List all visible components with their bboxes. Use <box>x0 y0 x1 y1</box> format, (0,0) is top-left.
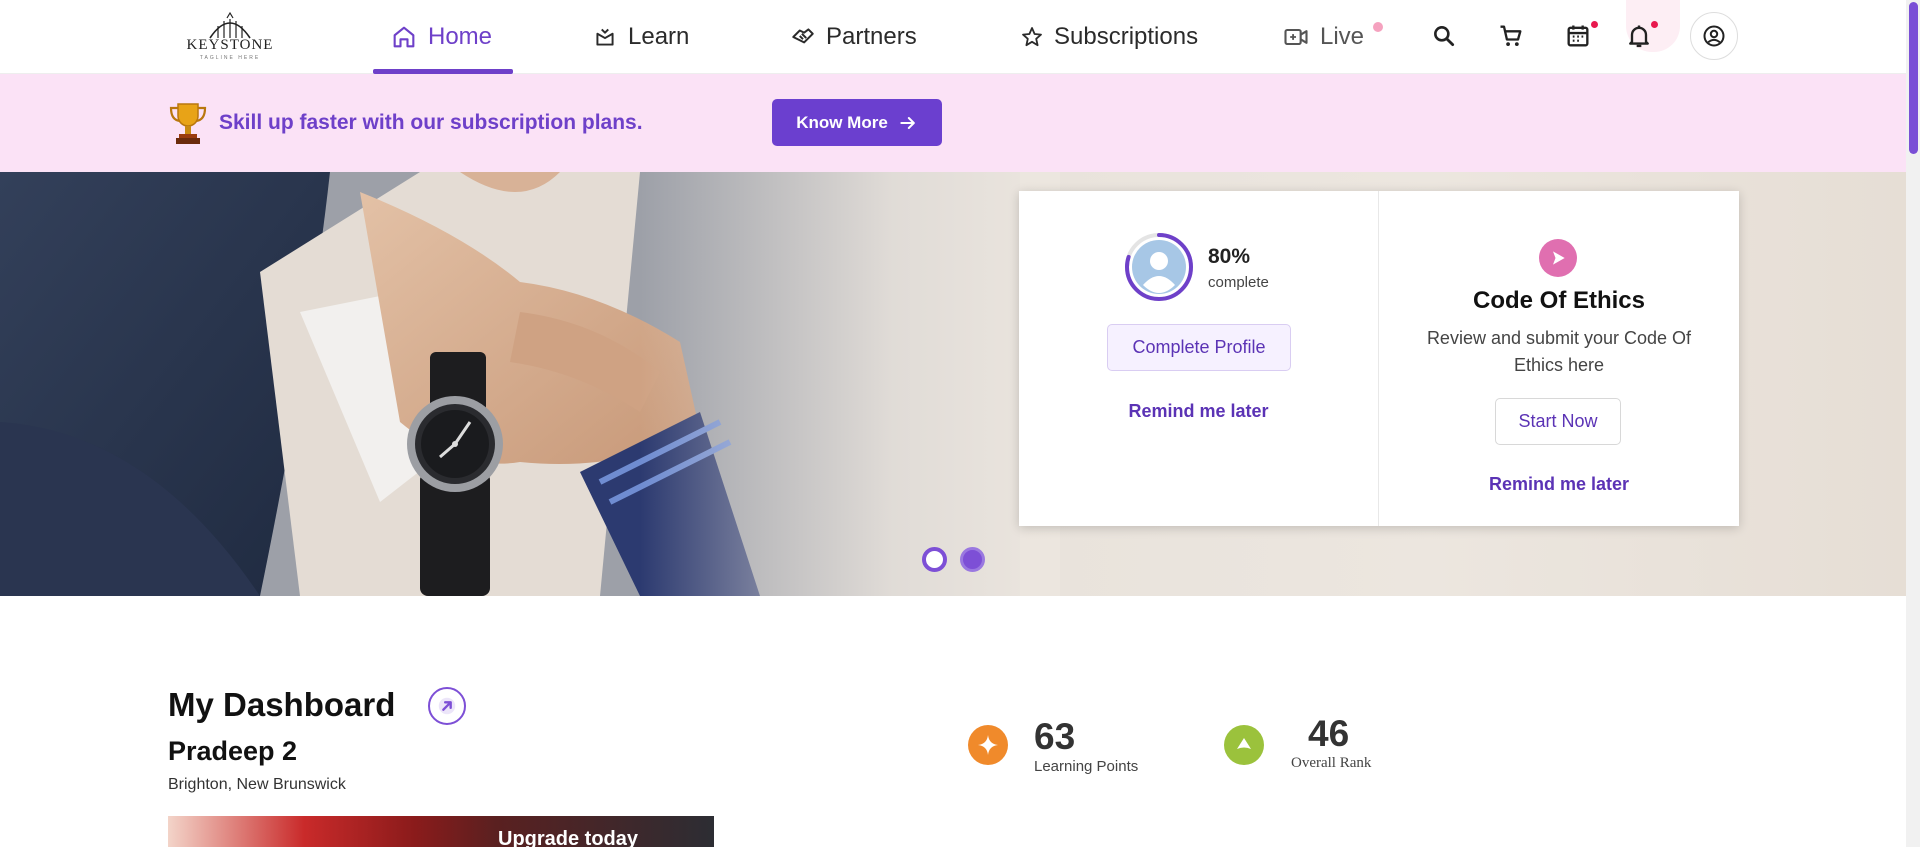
learning-points-label: Learning Points <box>1034 758 1139 775</box>
learning-points-value: 63 <box>1034 716 1076 757</box>
nav-live-label: Live <box>1320 23 1365 50</box>
logo-tagline: TAGLINE HERE <box>199 55 261 61</box>
profile-completion-label: complete <box>1208 274 1269 291</box>
subscription-promo-bar: Skill up faster with our subscription pl… <box>0 74 1906 172</box>
code-of-ethics-title: Code Of Ethics <box>1472 287 1646 314</box>
rank-triangle-icon <box>1237 738 1251 749</box>
nav-home-label: Home <box>428 23 493 50</box>
calendar-icon <box>1567 25 1589 47</box>
nav-home[interactable]: Home <box>390 0 492 74</box>
scrollbar-thumb[interactable] <box>1909 2 1918 154</box>
calendar-notification-dot <box>1591 21 1598 28</box>
profile-completion-value: 80% <box>1208 245 1251 268</box>
keystone-logo[interactable]: KEYSTONE TAGLINE HERE <box>180 10 280 64</box>
carousel-dot-1[interactable] <box>922 547 947 572</box>
nav-partners-label: Partners <box>826 23 917 50</box>
nav-learn[interactable]: Learn <box>592 0 689 74</box>
search-icon <box>1434 26 1455 47</box>
star-icon <box>1022 27 1042 47</box>
user-location: Brighton, New Brunswick <box>168 776 346 793</box>
remind-later-ethics-link[interactable]: Remind me later <box>1379 474 1739 495</box>
nav-live[interactable]: Live <box>1282 0 1364 74</box>
remind-later-profile-link[interactable]: Remind me later <box>1019 401 1378 422</box>
know-more-button[interactable]: Know More <box>772 99 942 146</box>
hero-fade-overlay <box>640 172 1060 596</box>
user-name: Pradeep 2 <box>168 736 298 766</box>
dashboard-open-button[interactable] <box>428 687 466 725</box>
overall-rank-icon <box>1224 725 1264 765</box>
notification-dot <box>1651 21 1658 28</box>
top-navbar: KEYSTONE TAGLINE HERE Home Learn Partner… <box>0 0 1906 74</box>
know-more-label: Know More <box>796 112 888 132</box>
learn-icon <box>596 28 614 46</box>
page-scrollbar[interactable] <box>1906 0 1920 847</box>
onboarding-cards: 80% complete Complete Profile Remind me … <box>1019 191 1739 526</box>
overall-rank-label: Overall Rank <box>1291 755 1372 771</box>
nav-subscriptions[interactable]: Subscriptions <box>1020 0 1198 74</box>
cart-icon <box>1500 25 1522 47</box>
dashboard-banner-text: Upgrade today <box>498 828 639 847</box>
home-icon <box>393 26 415 48</box>
arrow-right-icon <box>900 116 915 129</box>
carousel-dot-2[interactable] <box>960 547 985 572</box>
profile-progress-ring <box>1125 233 1193 301</box>
dashboard-title: My Dashboard <box>168 686 396 723</box>
send-icon <box>1539 239 1577 277</box>
video-icon <box>1284 28 1308 46</box>
overall-rank-value: 46 <box>1308 713 1350 754</box>
promo-text: Skill up faster with our subscription pl… <box>219 111 643 134</box>
handshake-icon <box>792 28 814 44</box>
nav-partners[interactable]: Partners <box>790 0 917 74</box>
trophy-icon <box>169 103 207 144</box>
arrow-up-right-icon <box>438 697 456 715</box>
learning-points-icon <box>968 725 1008 765</box>
search-button[interactable] <box>1424 16 1464 56</box>
sparkle-icon <box>978 735 998 755</box>
start-now-button[interactable]: Start Now <box>1495 398 1621 445</box>
live-indicator-dot <box>1373 22 1383 32</box>
nav-learn-label: Learn <box>628 23 690 50</box>
paper-plane-icon <box>1553 251 1565 265</box>
profile-icon <box>1703 25 1725 47</box>
bell-icon <box>1629 25 1649 48</box>
profile-button[interactable] <box>1690 12 1738 60</box>
nav-subscriptions-label: Subscriptions <box>1054 23 1199 50</box>
cart-button[interactable] <box>1491 16 1531 56</box>
dashboard-banner-image[interactable]: Upgrade today <box>168 816 714 847</box>
logo-name: KEYSTONE <box>186 37 274 53</box>
code-of-ethics-description: Review and submit your Code Of Ethics he… <box>1426 328 1692 375</box>
complete-profile-button[interactable]: Complete Profile <box>1107 324 1291 371</box>
logo-emblem-icon <box>209 11 251 39</box>
